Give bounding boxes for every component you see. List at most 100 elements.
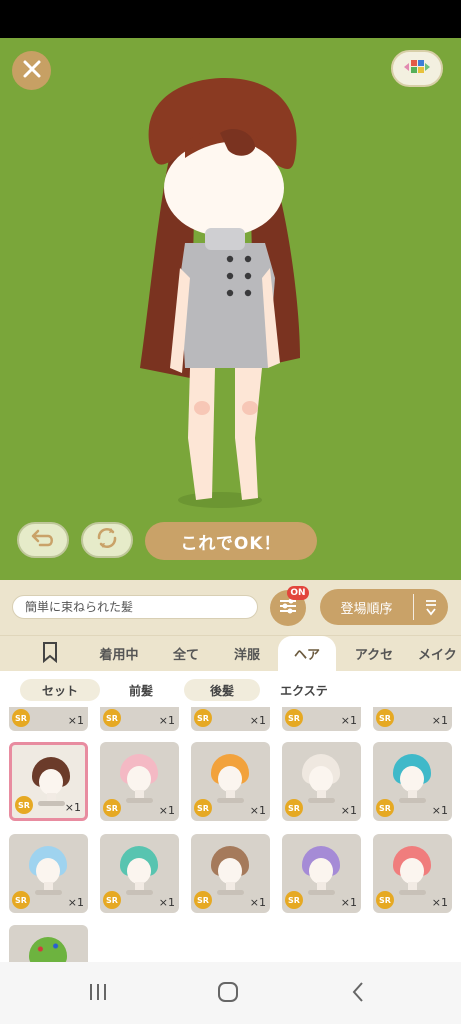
item-quantity: ×1 — [249, 804, 266, 817]
mannequin-head — [400, 766, 424, 792]
item-card[interactable]: SR ×1 — [100, 834, 179, 913]
tab-makeup[interactable]: メイク — [418, 636, 461, 671]
item-card[interactable]: SR ×1 — [282, 834, 361, 913]
item-card[interactable]: SR ×1 — [282, 707, 361, 731]
undo-icon — [30, 527, 56, 553]
item-card[interactable]: SR ×1 — [9, 834, 88, 913]
item-card[interactable]: SR ×1 — [373, 834, 452, 913]
rarity-badge: SR — [376, 799, 394, 817]
rarity-badge: SR — [194, 799, 212, 817]
mannequin-head — [309, 766, 333, 792]
item-quantity: ×1 — [340, 714, 357, 727]
item-card[interactable]: SR ×1 — [9, 707, 88, 731]
item-card[interactable]: SR ×1 — [191, 834, 270, 913]
item-quantity: ×1 — [431, 804, 448, 817]
filter-bar: 簡単に束ねられた髪 ON 登場順序 — [0, 580, 461, 635]
mannequin-head — [218, 766, 242, 792]
item-quantity: ×1 — [249, 714, 266, 727]
item-grid: SR ×1 SR ×1 SR ×1 SR ×1 SR ×1 SR ×1 SR ×1 SR ×1 … — [0, 707, 461, 962]
recents-icon — [87, 982, 109, 1006]
status-bar — [0, 0, 461, 38]
item-quantity: ×1 — [158, 714, 175, 727]
mannequin-head — [127, 858, 151, 884]
item-quantity: ×1 — [158, 804, 175, 817]
item-quantity: ×1 — [158, 896, 175, 909]
rarity-badge: SR — [285, 799, 303, 817]
tab-wearing[interactable]: 着用中 — [88, 636, 150, 671]
mannequin-base — [35, 890, 62, 895]
tab-bookmark[interactable] — [30, 636, 70, 671]
system-navbar — [0, 962, 461, 1024]
tab-accessories[interactable]: アクセ — [345, 636, 403, 671]
subtab-extensions[interactable]: エクステ — [266, 679, 342, 701]
mannequin-head — [218, 858, 242, 884]
home-button[interactable] — [198, 976, 258, 1012]
mannequin-base — [126, 890, 153, 895]
back-icon — [350, 981, 366, 1007]
mannequin-head — [309, 858, 333, 884]
subtab-back-hair[interactable]: 後髪 — [184, 679, 260, 701]
item-quantity: ×1 — [67, 714, 84, 727]
item-card[interactable]: SR ×1 — [191, 707, 270, 731]
avatar-figure — [140, 78, 300, 508]
item-card[interactable]: SR ×1 — [9, 742, 88, 821]
item-card[interactable] — [9, 925, 88, 962]
subtab-bangs[interactable]: 前髪 — [104, 679, 178, 701]
back-button[interactable] — [328, 976, 388, 1012]
item-quantity: ×1 — [249, 896, 266, 909]
avatar-stage: これでOK！ — [0, 38, 461, 580]
item-card[interactable]: SR ×1 — [100, 707, 179, 731]
mannequin-head — [127, 766, 151, 792]
rarity-badge: SR — [376, 891, 394, 909]
category-tabs: 着用中 全て 洋服 ヘア アクセ メイク — [0, 635, 461, 671]
rarity-badge: SR — [103, 709, 121, 727]
item-quantity: ×1 — [431, 714, 448, 727]
sort-button[interactable]: 登場順序 — [320, 589, 448, 625]
mannequin-base — [217, 890, 244, 895]
tab-all[interactable]: 全て — [162, 636, 210, 671]
mannequin-head — [400, 858, 424, 884]
rarity-badge: SR — [15, 796, 33, 814]
sort-label: 登場順序 — [340, 601, 393, 617]
hair-subtabs: セット 前髪 後髪 エクステ — [0, 671, 461, 707]
rarity-badge: SR — [12, 891, 30, 909]
confirm-ok-button[interactable]: これでOK！ — [145, 522, 317, 560]
mannequin-base — [38, 801, 65, 806]
item-card[interactable]: SR ×1 — [373, 742, 452, 821]
tab-hair[interactable]: ヘア — [278, 636, 336, 671]
rarity-badge: SR — [285, 709, 303, 727]
sort-divider — [413, 594, 414, 620]
item-name-field[interactable]: 簡単に束ねられた髪 — [12, 595, 258, 619]
mannequin-base — [217, 798, 244, 803]
mannequin-base — [126, 798, 153, 803]
mannequin-base — [399, 890, 426, 895]
undo-button[interactable] — [17, 522, 69, 558]
tab-clothes[interactable]: 洋服 — [223, 636, 271, 671]
recents-button[interactable] — [68, 976, 128, 1012]
hair-preview — [29, 937, 67, 962]
sort-order-icon[interactable] — [414, 598, 448, 616]
item-quantity: ×1 — [64, 801, 81, 814]
item-card[interactable]: SR ×1 — [191, 742, 270, 821]
rarity-badge: SR — [285, 891, 303, 909]
item-card[interactable]: SR ×1 — [282, 742, 361, 821]
rarity-badge: SR — [194, 709, 212, 727]
item-quantity: ×1 — [340, 804, 357, 817]
shuffle-button[interactable] — [81, 522, 133, 558]
item-card[interactable]: SR ×1 — [100, 742, 179, 821]
item-quantity: ×1 — [67, 896, 84, 909]
filter-sliders-icon — [278, 597, 298, 619]
filter-on-badge: ON — [287, 586, 309, 600]
mannequin-base — [308, 890, 335, 895]
rarity-badge: SR — [103, 799, 121, 817]
subtab-set[interactable]: セット — [20, 679, 100, 701]
rarity-badge: SR — [194, 891, 212, 909]
rarity-badge: SR — [12, 709, 30, 727]
mannequin-head — [36, 858, 60, 884]
mannequin-head — [39, 769, 63, 795]
mannequin-base — [399, 798, 426, 803]
item-quantity: ×1 — [340, 896, 357, 909]
item-quantity: ×1 — [431, 896, 448, 909]
item-card[interactable]: SR ×1 — [373, 707, 452, 731]
shuffle-icon — [94, 525, 120, 555]
